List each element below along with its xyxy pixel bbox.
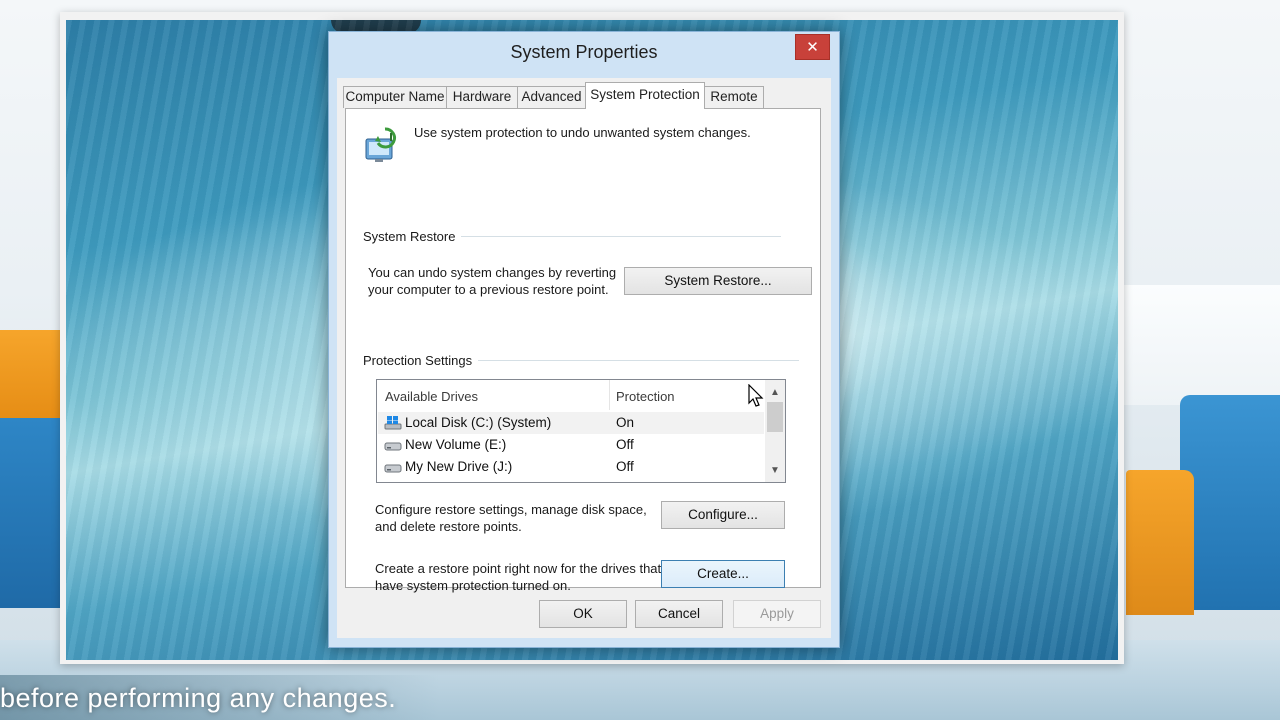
- drive-protection-status: Off: [616, 437, 634, 452]
- close-button[interactable]: ✕: [795, 34, 830, 60]
- dialog-title: System Properties: [510, 42, 658, 62]
- decor-block: [1180, 395, 1280, 610]
- system-restore-description: You can undo system changes by reverting…: [368, 264, 616, 298]
- list-scrollbar[interactable]: ▲ ▼: [765, 380, 785, 482]
- configure-description: Configure restore settings, manage disk …: [375, 501, 647, 535]
- divider: [446, 236, 781, 237]
- tab-system-protection[interactable]: System Protection: [585, 82, 705, 109]
- list-header: Available Drives Protection: [377, 380, 765, 410]
- description-line: and delete restore points.: [375, 519, 522, 534]
- protection-settings-heading: Protection Settings: [363, 353, 479, 368]
- decor-block: [1126, 470, 1194, 615]
- scroll-down-arrow-icon[interactable]: ▼: [765, 462, 785, 480]
- column-header-drives[interactable]: Available Drives: [385, 389, 478, 404]
- tab-remote[interactable]: Remote: [704, 86, 764, 108]
- cancel-button[interactable]: Cancel: [635, 600, 723, 628]
- decor-block: [0, 418, 62, 608]
- tab-advanced[interactable]: Advanced: [517, 86, 586, 108]
- column-header-protection[interactable]: Protection: [616, 389, 675, 404]
- drive-row[interactable]: My New Drive (J:) Off: [378, 456, 764, 478]
- mouse-pointer-icon: [748, 384, 764, 407]
- scroll-thumb[interactable]: [767, 402, 783, 432]
- drive-icon: [384, 442, 402, 451]
- available-drives-list[interactable]: Available Drives Protection Local Disk (…: [376, 379, 786, 483]
- drive-row[interactable]: New Volume (E:) Off: [378, 434, 764, 456]
- drive-row[interactable]: Local Disk (C:) (System) On: [378, 412, 764, 434]
- system-drive-icon: [384, 416, 402, 430]
- system-restore-button[interactable]: System Restore...: [624, 267, 812, 295]
- drive-icon: [384, 464, 402, 473]
- tab-computer-name[interactable]: Computer Name: [343, 86, 447, 108]
- system-protection-panel: Use system protection to undo unwanted s…: [345, 108, 821, 593]
- description-line: Configure restore settings, manage disk …: [375, 502, 647, 517]
- apply-button[interactable]: Apply: [733, 600, 821, 628]
- drive-name: My New Drive (J:): [405, 459, 513, 474]
- description-line: have system protection turned on.: [375, 578, 571, 593]
- video-caption: before performing any changes.: [0, 683, 397, 713]
- create-button[interactable]: Create...: [661, 560, 785, 588]
- scroll-up-arrow-icon[interactable]: ▲: [765, 384, 785, 402]
- intro-text: Use system protection to undo unwanted s…: [414, 125, 751, 140]
- configure-button[interactable]: Configure...: [661, 501, 785, 529]
- system-properties-dialog: System Properties ✕ Computer Name Hardwa…: [328, 31, 840, 648]
- decor-block: [0, 330, 62, 430]
- dialog-client-area: Computer Name Hardware Advanced System P…: [337, 78, 831, 638]
- divider: [474, 360, 799, 361]
- description-line: Create a restore point right now for the…: [375, 561, 662, 576]
- drive-protection-status: On: [616, 415, 635, 430]
- system-protection-icon: [365, 127, 396, 162]
- system-restore-heading: System Restore: [363, 229, 462, 244]
- title-bar[interactable]: System Properties ✕: [329, 32, 839, 76]
- description-line: You can undo system changes by reverting: [368, 265, 617, 280]
- drive-protection-status: Off: [616, 459, 634, 474]
- ok-button[interactable]: OK: [539, 600, 627, 628]
- drive-name: Local Disk (C:) (System): [405, 415, 552, 430]
- column-separator[interactable]: [609, 380, 610, 410]
- decor-block: [1122, 285, 1280, 405]
- create-description: Create a restore point right now for the…: [375, 560, 661, 594]
- drive-name: New Volume (E:): [405, 437, 507, 452]
- description-line: your computer to a previous restore poin…: [368, 282, 609, 297]
- tab-hardware[interactable]: Hardware: [446, 86, 518, 108]
